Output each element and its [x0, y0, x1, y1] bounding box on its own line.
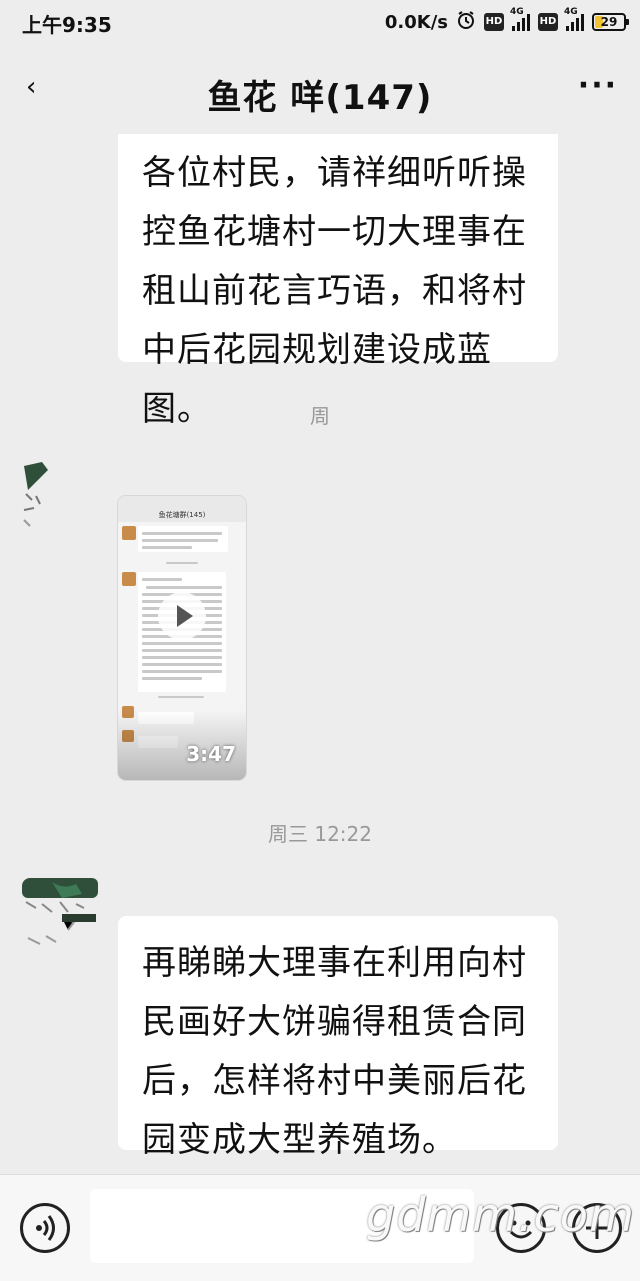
- alarm-icon: [456, 10, 476, 35]
- avatar[interactable]: [22, 460, 56, 532]
- play-icon[interactable]: [158, 592, 206, 640]
- signal-icon-2: 4G: [564, 7, 584, 31]
- message-bubble[interactable]: 再睇睇大理事在利用向村 民画好大饼骗得租赁合同 后，怎样将村中美丽后花 园变成大…: [118, 916, 558, 1160]
- battery-icon: 29: [592, 13, 629, 31]
- signal-icon: 4G: [510, 7, 530, 31]
- message-text: 各位村民，请祥细听听操 控鱼花塘村一切大理事在 租山前花言巧语，和将村 中后花园…: [142, 153, 527, 429]
- avatar[interactable]: [22, 878, 100, 956]
- status-bar: 上午9:35 0.0K/s HD 4G HD 4G 29: [0, 0, 640, 44]
- video-duration: 3:47: [186, 742, 236, 766]
- status-time: 上午9:35: [22, 13, 112, 37]
- more-options-button[interactable]: ···: [578, 68, 618, 103]
- message-bubble[interactable]: 各位村民，请祥细听听操 控鱼花塘村一切大理事在 租山前花言巧语，和将村 中后花园…: [118, 134, 558, 429]
- hd-badge-2: HD: [538, 13, 558, 31]
- watermark: gdmm.com: [366, 1188, 635, 1242]
- message-text: 再睇睇大理事在利用向村 民画好大饼骗得租赁合同 后，怎样将村中美丽后花 园变成大…: [142, 943, 527, 1160]
- video-message[interactable]: 鱼花塘群(145) 3:47: [118, 496, 246, 780]
- timestamp: 周: [310, 404, 330, 428]
- timestamp: 周三 12:22: [268, 822, 372, 846]
- voice-icon: [36, 1215, 55, 1241]
- status-icons: 0.0K/s HD 4G HD 4G 29: [384, 7, 629, 36]
- voice-input-button[interactable]: [20, 1203, 70, 1253]
- video-thumbnail-header: 鱼花塘群(145): [118, 496, 246, 522]
- network-speed: 0.0K/s: [384, 11, 448, 33]
- chat-header: ‹ 鱼花 咩(147) ···: [0, 44, 640, 140]
- hd-badge: HD: [484, 13, 504, 31]
- chat-title: 鱼花 咩(147): [207, 78, 433, 118]
